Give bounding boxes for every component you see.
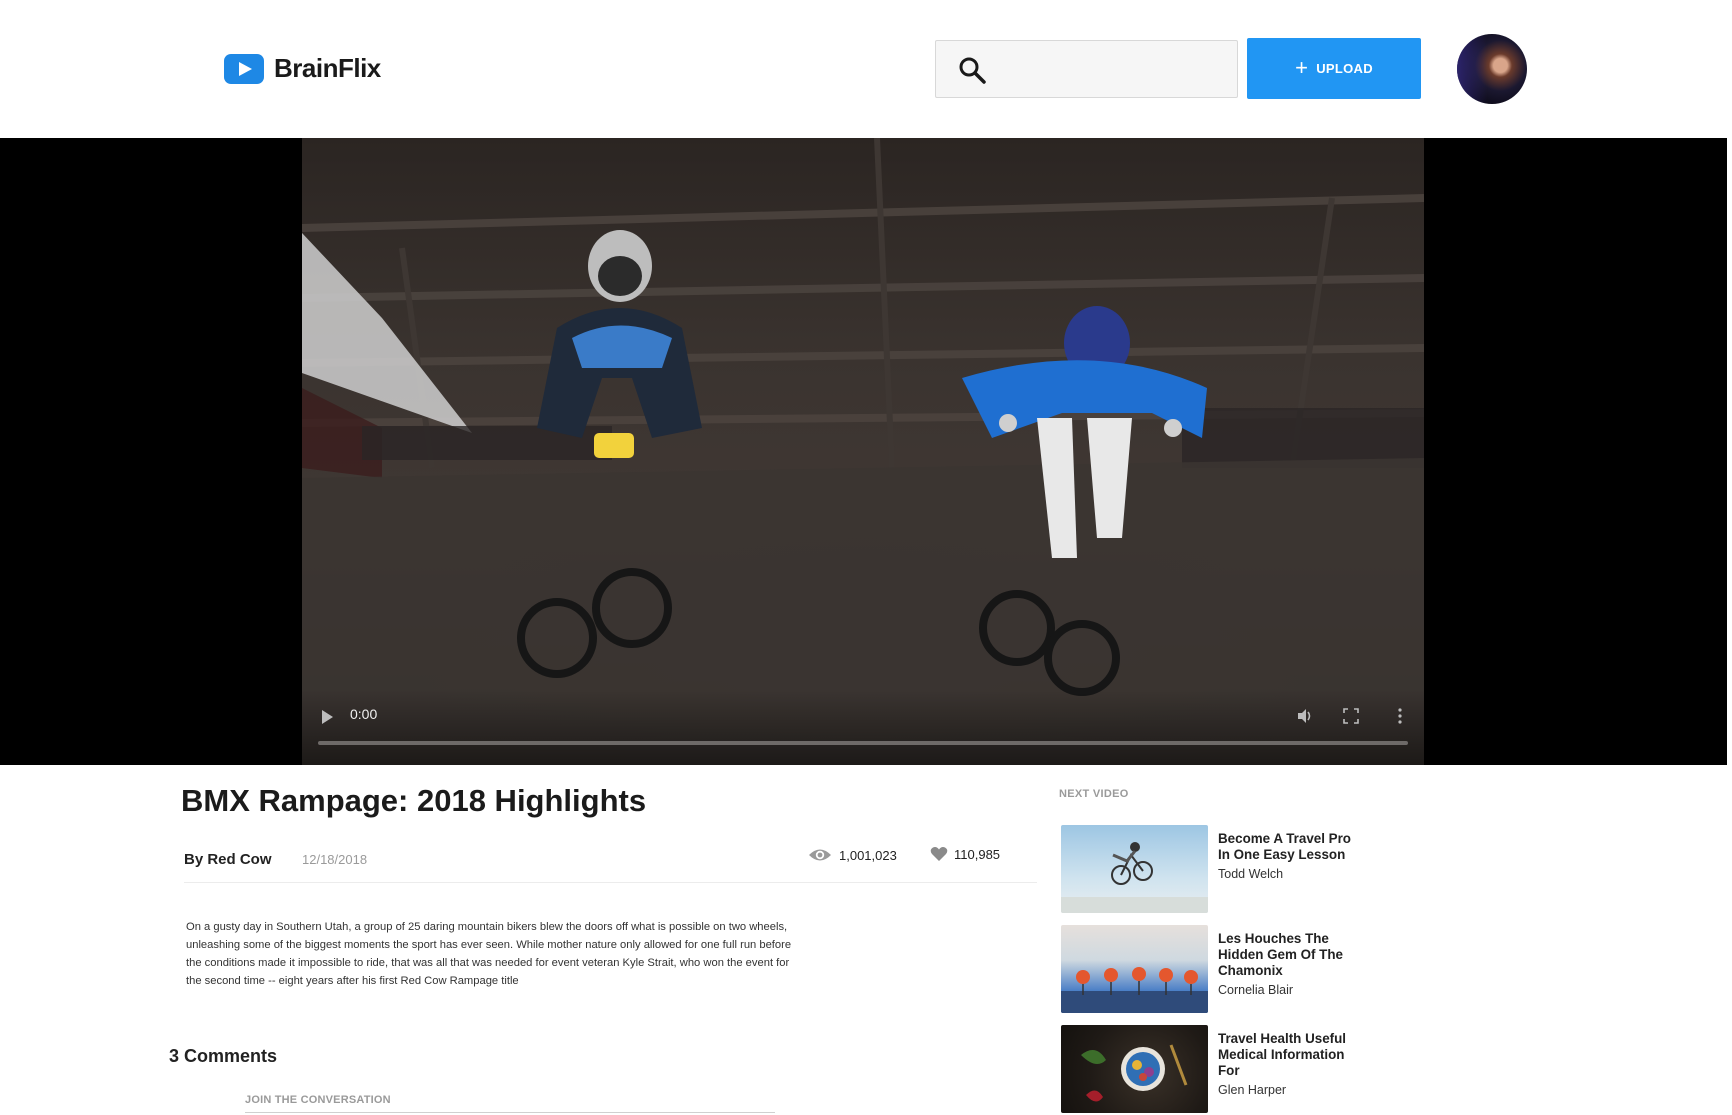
- likes-value: 110,985: [954, 846, 1001, 862]
- next-video-title[interactable]: Travel Health Useful Medical Information…: [1218, 1031, 1363, 1079]
- join-conversation-label: JOIN THE CONVERSATION: [245, 1094, 391, 1106]
- divider: [184, 882, 1037, 883]
- next-video-heading: NEXT VIDEO: [1059, 788, 1129, 800]
- search-icon: [959, 57, 986, 84]
- video-description: On a gusty day in Southern Utah, a group…: [186, 921, 792, 987]
- site-header: BrainFlix + UPLOAD: [0, 0, 1732, 138]
- comment-input-line[interactable]: [245, 1112, 775, 1113]
- heart-icon[interactable]: [930, 846, 948, 862]
- video-title: BMX Rampage: 2018 Highlights: [181, 783, 647, 818]
- likes-count[interactable]: 110,985: [930, 846, 1000, 862]
- video-thumbnail[interactable]: [1061, 925, 1208, 1013]
- search-input[interactable]: [1000, 51, 1229, 89]
- fullscreen-icon[interactable]: [1343, 708, 1359, 724]
- next-video-author: Cornelia Blair: [1218, 983, 1294, 997]
- play-icon[interactable]: [322, 710, 333, 724]
- next-video-author: Glen Harper: [1218, 1083, 1287, 1097]
- eye-icon: [809, 849, 831, 861]
- upload-label: UPLOAD: [1316, 61, 1373, 76]
- video-time: 0:00: [350, 706, 378, 722]
- video-thumbnail[interactable]: [1061, 825, 1208, 913]
- plus-icon: +: [1295, 54, 1309, 80]
- more-options-icon[interactable]: [1397, 707, 1403, 725]
- next-video-author: Todd Welch: [1218, 867, 1284, 881]
- video-progress-bar[interactable]: [318, 741, 1408, 745]
- views-count: 1,001,023: [808, 847, 897, 863]
- video-controls: 0:00: [302, 690, 1424, 765]
- video-thumbnail[interactable]: [1061, 1025, 1208, 1113]
- next-video-card[interactable]: Travel Health Useful Medical Information…: [1061, 1025, 1391, 1113]
- video-date: 12/18/2018: [302, 852, 368, 867]
- play-logo-icon: [224, 53, 264, 84]
- next-video-title[interactable]: Become A Travel Pro In One Easy Lesson: [1218, 831, 1363, 863]
- comments-heading: 3 Comments: [169, 1046, 278, 1066]
- search-box[interactable]: [935, 40, 1238, 98]
- video-frame: [302, 138, 1424, 765]
- video-author: By Red Cow: [184, 851, 272, 868]
- views-value: 1,001,023: [839, 847, 897, 863]
- upload-button[interactable]: + UPLOAD: [1247, 38, 1421, 99]
- logo-text: BrainFlix: [274, 53, 381, 83]
- volume-icon[interactable]: [1296, 707, 1314, 725]
- next-video-card[interactable]: Les Houches The Hidden Gem Of The Chamon…: [1061, 925, 1391, 1013]
- video-player[interactable]: [302, 138, 1424, 765]
- next-video-card[interactable]: Become A Travel Pro In One Easy Lesson T…: [1061, 825, 1391, 913]
- user-avatar[interactable]: [1457, 34, 1527, 104]
- brainflix-logo[interactable]: BrainFlix: [224, 53, 381, 84]
- next-video-title[interactable]: Les Houches The Hidden Gem Of The Chamon…: [1218, 931, 1363, 979]
